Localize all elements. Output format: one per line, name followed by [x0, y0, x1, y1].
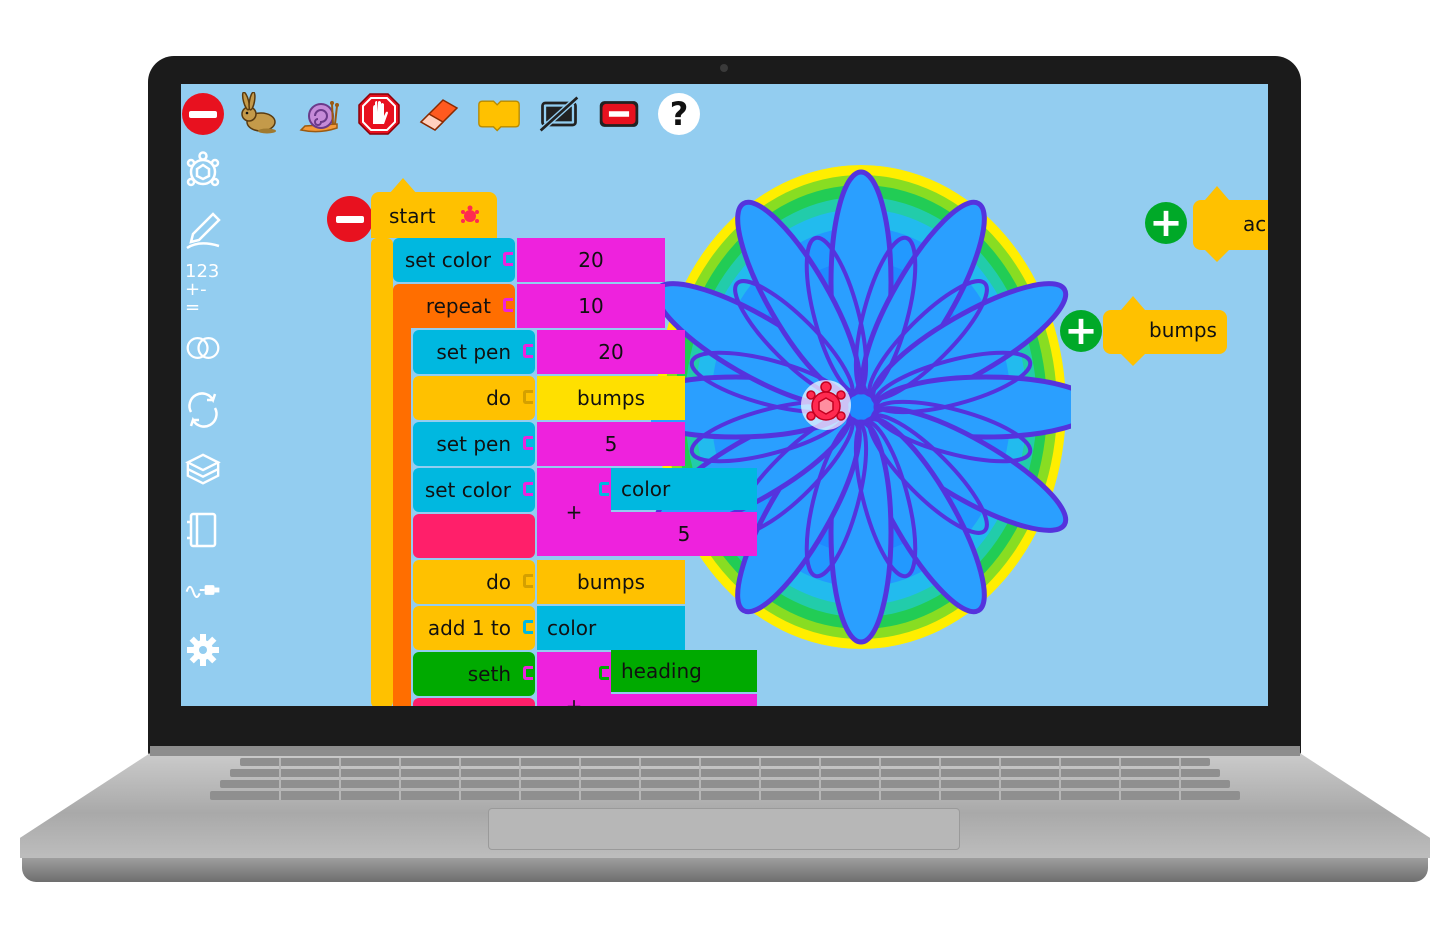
add-label: add 1 to — [427, 616, 511, 640]
expand-action-button-2[interactable]: + — [1145, 202, 1187, 244]
number-block-20[interactable]: 20 — [517, 238, 665, 282]
turtle-icon[interactable] — [799, 378, 853, 432]
snail-slow-run-icon[interactable] — [297, 92, 341, 136]
seth-socket — [523, 666, 533, 680]
numbers-label-2: +-= — [185, 279, 207, 318]
hide-blocks-icon[interactable] — [537, 92, 581, 136]
repeat-block[interactable]: repeat — [393, 284, 515, 328]
boxes-palette-icon[interactable] — [185, 450, 221, 490]
color-arg: color — [621, 477, 671, 501]
set-pen-label-2: set pen — [436, 432, 511, 456]
set-color-label: set color — [404, 248, 491, 272]
collapse-block-icon[interactable] — [477, 92, 521, 136]
set-pen-socket — [523, 344, 533, 358]
set-pen-block-2[interactable]: set pen — [413, 422, 535, 466]
number-block-10[interactable]: 10 — [517, 284, 665, 328]
set-color-block-2-tail — [413, 514, 535, 558]
text-block-bumps-2[interactable]: bumps — [537, 560, 685, 604]
laptop-hinge — [150, 746, 1300, 756]
rabbit-fast-run-icon[interactable] — [237, 92, 281, 136]
plus-value: 5 — [677, 522, 691, 546]
set-pen-value-2: 5 — [604, 432, 618, 456]
plus-label-2: + — [565, 694, 583, 706]
repeat-socket — [503, 298, 513, 312]
set-pen-socket-2 — [523, 436, 533, 450]
do-arg-2: bumps — [577, 570, 645, 594]
plus-socket-2 — [599, 528, 609, 542]
stop-icon[interactable] — [181, 92, 225, 136]
set-pen-label: set pen — [436, 340, 511, 364]
remove-stack-button[interactable] — [327, 196, 373, 242]
turtle-drawing-canvas — [651, 165, 1071, 649]
set-pen-value: 20 — [598, 340, 624, 364]
add-socket — [523, 620, 533, 634]
number-block-5b[interactable]: 5 — [611, 512, 757, 556]
flow-palette-icon[interactable] — [185, 390, 221, 430]
set-color-block[interactable]: set color — [393, 238, 515, 282]
laptop-keyboard — [210, 758, 1240, 800]
expand-action-button[interactable]: + — [1060, 310, 1102, 352]
color-variable-block-2[interactable]: color — [537, 606, 685, 650]
number-block-20b[interactable]: 20 — [537, 330, 685, 374]
help-icon[interactable]: ? — [657, 92, 701, 136]
set-color-block-2[interactable]: set color — [413, 468, 535, 512]
add-1-to-block[interactable]: add 1 to — [413, 606, 535, 650]
action-notch — [1121, 354, 1145, 366]
actions-palette-icon[interactable] — [185, 510, 221, 550]
set-color-socket — [503, 252, 513, 266]
eraser-clear-icon[interactable] — [417, 92, 461, 136]
laptop-front-edge — [22, 858, 1428, 882]
heading-block[interactable]: heading — [611, 650, 757, 692]
action-bumps-label: bumps — [1149, 318, 1217, 342]
turtle-palette-icon[interactable] — [185, 150, 221, 190]
do-label-2: do — [486, 570, 511, 594]
start-block-hat — [389, 178, 417, 194]
turtle-blocks-canvas[interactable]: ? 123 +-= start set color 20 repeat 10 s… — [181, 84, 1268, 706]
repeat-label: repeat — [425, 294, 491, 318]
action-partial-label: ac — [1243, 212, 1267, 236]
hand-stop-icon[interactable] — [357, 92, 401, 136]
plus-operator-block[interactable]: + — [537, 468, 611, 556]
start-label: start — [389, 204, 436, 228]
do-block[interactable]: do — [413, 376, 535, 420]
set-pen-block[interactable]: set pen — [413, 330, 535, 374]
action-hat — [1121, 296, 1145, 310]
webcam — [720, 64, 728, 72]
start-block-arm — [371, 238, 393, 706]
do-socket-2 — [523, 574, 533, 588]
pen-palette-icon[interactable] — [185, 210, 221, 250]
plus-socket-3 — [599, 666, 609, 680]
seth-label: seth — [467, 662, 511, 686]
text-block-bumps[interactable]: bumps — [537, 376, 685, 420]
action-notch-2 — [1205, 250, 1229, 262]
number-block-5[interactable]: 5 — [537, 422, 685, 466]
start-turtle-icon — [459, 204, 481, 230]
seth-block[interactable]: seth — [413, 652, 535, 696]
trackpad — [488, 808, 960, 850]
numbers-palette-icon[interactable]: 123 +-= — [185, 263, 221, 317]
boolean-palette-icon[interactable] — [185, 328, 221, 368]
heading-arg: heading — [621, 659, 702, 683]
number-block-partial[interactable] — [611, 694, 757, 706]
repeat-value: 10 — [578, 294, 604, 318]
sensors-palette-icon[interactable] — [185, 570, 221, 610]
plus-label: + — [565, 500, 583, 524]
repeat-block-arm — [393, 328, 411, 706]
do-label: do — [486, 386, 511, 410]
do-socket — [523, 390, 533, 404]
settings-palette-icon[interactable] — [185, 630, 221, 670]
set-color-label-2: set color — [424, 478, 511, 502]
plus-socket-1 — [599, 482, 609, 496]
add-arg: color — [547, 616, 597, 640]
do-arg: bumps — [577, 386, 645, 410]
collapse-stack-icon[interactable] — [597, 92, 641, 136]
set-color-value: 20 — [578, 248, 604, 272]
action-hat-2 — [1205, 186, 1229, 200]
hidden-block-partial — [413, 698, 535, 706]
color-variable-block[interactable]: color — [611, 468, 757, 510]
set-color-socket-2 — [523, 482, 533, 496]
do-block-2[interactable]: do — [413, 560, 535, 604]
